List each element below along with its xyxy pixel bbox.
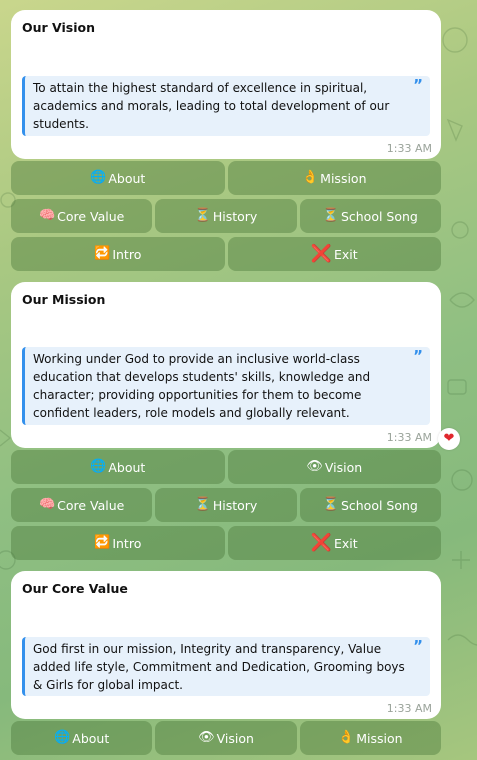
button-label: Intro [112,246,142,262]
hourglass-icon: ⏳ [194,208,211,223]
message-timestamp: 1:33 AM [386,702,432,715]
button-label: Core Value [57,208,125,224]
about-button[interactable]: 🌐 About [11,721,153,755]
ok-hand-icon: 👌 [338,730,355,745]
history-button[interactable]: ⏳ History [155,488,297,522]
globe-icon: 🌐 [90,459,107,474]
button-label: Core Value [57,497,125,513]
button-label: Intro [112,535,142,551]
message-bubble-mission: Our Mission Working under God to provide… [11,282,441,448]
button-label: About [72,730,110,746]
heart-reaction-icon[interactable]: ❤ [438,428,460,450]
vision-button[interactable]: 👁 Vision [227,450,441,484]
message-title: Our Core Value [22,581,128,596]
message-timestamp: 1:33 AM [386,142,432,155]
button-label: History [212,497,258,513]
brain-icon: 🧠 [38,497,56,512]
intro-button[interactable]: 🔁 Intro [11,237,225,271]
button-label: Exit [334,535,358,551]
repeat-icon: 🔁 [94,246,111,261]
inline-keyboard-row: 🔁 Intro ❌ Exit [11,237,441,271]
mission-button[interactable]: 👌 Mission [299,721,441,755]
inline-keyboard-row: 🌐 About 👁 Vision [11,450,441,484]
globe-icon: 🌐 [90,170,107,185]
school-song-button[interactable]: ⏳ School Song [299,488,441,522]
repeat-icon: 🔁 [94,535,111,550]
button-label: About [108,170,146,186]
button-label: Mission [320,170,367,186]
chat-message-list[interactable]: Our Vision To attain the highest standar… [0,0,477,760]
button-label: Vision [324,459,363,475]
message-quote: To attain the highest standard of excell… [22,76,430,136]
about-button[interactable]: 🌐 About [11,161,225,195]
inline-keyboard-row: 🧠 Core Value ⏳ History ⏳ School Song [11,488,441,522]
core-value-button[interactable]: 🧠 Core Value [11,488,153,522]
eye-icon: 👁 [198,730,215,745]
quote-text: God first in our mission, Integrity and … [33,642,405,692]
message-title: Our Mission [22,292,106,307]
intro-button[interactable]: 🔁 Intro [11,526,225,560]
quote-icon: ” [413,637,423,655]
core-value-button[interactable]: 🧠 Core Value [11,199,153,233]
button-label: About [108,459,146,475]
inline-keyboard-row: 🌐 About 👁 Vision 👌 Mission [11,721,441,755]
button-label: Vision [216,730,254,746]
hourglass-icon: ⏳ [322,208,339,223]
hourglass-icon: ⏳ [194,497,211,512]
message-quote: Working under God to provide an inclusiv… [22,347,430,425]
quote-text: To attain the highest standard of excell… [33,81,390,131]
message-quote: God first in our mission, Integrity and … [22,637,430,696]
quote-text: Working under God to provide an inclusiv… [33,352,371,420]
history-button[interactable]: ⏳ History [155,199,297,233]
button-label: History [212,208,258,224]
mission-button[interactable]: 👌 Mission [227,161,441,195]
button-label: School Song [340,497,418,513]
inline-keyboard-row: 🌐 About 👌 Mission [11,161,441,195]
brain-icon: 🧠 [38,208,56,223]
cross-icon: ❌ [310,533,332,553]
hourglass-icon: ⏳ [322,497,339,512]
cross-icon: ❌ [310,244,332,264]
ok-hand-icon: 👌 [301,170,319,185]
exit-button[interactable]: ❌ Exit [227,526,441,560]
globe-icon: 🌐 [54,730,71,745]
message-timestamp: 1:33 AM [386,431,432,444]
inline-keyboard-row: 🧠 Core Value ⏳ History ⏳ School Song [11,199,441,233]
message-bubble-core-value: Our Core Value God first in our mission,… [11,571,441,719]
message-bubble-vision: Our Vision To attain the highest standar… [11,10,441,159]
about-button[interactable]: 🌐 About [11,450,225,484]
school-song-button[interactable]: ⏳ School Song [299,199,441,233]
quote-icon: ” [413,76,423,94]
exit-button[interactable]: ❌ Exit [227,237,441,271]
vision-button[interactable]: 👁 Vision [155,721,297,755]
eye-icon: 👁 [306,459,323,474]
button-label: School Song [340,208,418,224]
inline-keyboard-row: 🔁 Intro ❌ Exit [11,526,441,560]
message-title: Our Vision [22,20,95,35]
button-label: Mission [356,730,403,746]
quote-icon: ” [413,347,423,365]
button-label: Exit [334,246,358,262]
